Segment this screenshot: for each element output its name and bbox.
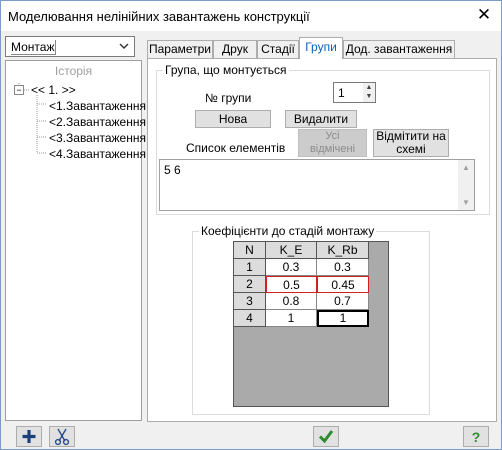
title-bar: Моделювання нелінійних завантажень конст…	[1, 1, 501, 31]
grid-cell-krb[interactable]: 0.45	[317, 276, 369, 293]
grid-cell-krb[interactable]: 0.3	[317, 259, 369, 276]
mode-dropdown-value: Монтаж	[11, 40, 56, 55]
history-tree: − << 1. >> <1.Завантаження <2.Завантажен…	[6, 83, 146, 173]
chevron-down-icon	[119, 43, 129, 49]
grid-header-krb: K_Rb	[317, 242, 369, 259]
mark-on-scheme-line2: схемі	[396, 142, 426, 156]
svg-text:?: ?	[472, 429, 481, 445]
tree-root[interactable]: << 1. >>	[31, 83, 76, 97]
tab-print[interactable]: Друк	[213, 40, 257, 58]
tree-item[interactable]: <4.Завантаження	[49, 147, 146, 161]
ok-button[interactable]	[313, 426, 339, 447]
tree-item[interactable]: <1.Завантаження	[49, 99, 146, 113]
grid-header-n: N	[234, 242, 266, 259]
delete-group-button[interactable]: Видалити	[285, 110, 357, 128]
grid-cell-ke[interactable]: 1	[266, 310, 317, 327]
new-group-button[interactable]: Нова	[195, 110, 271, 128]
mark-on-scheme-line1: Відмітити на	[376, 129, 446, 143]
tab-parameters[interactable]: Параметри	[147, 40, 213, 58]
mark-on-scheme-button[interactable]: Відмітити на схемі	[373, 129, 449, 157]
grid-row-number: 4	[234, 310, 266, 327]
all-selected-line2: відмічені	[309, 143, 356, 155]
group-number-spinner[interactable]: 1 ▲ ▼	[333, 82, 376, 103]
grid-cell-ke[interactable]: 0.5	[266, 276, 317, 293]
grid-header-ke: K_E	[266, 242, 317, 259]
grid-cell-ke[interactable]: 0.8	[266, 293, 317, 310]
element-list-field[interactable]: 5 6 ▲ ▼	[159, 159, 475, 211]
plus-icon	[22, 430, 36, 443]
element-list-value: 5 6	[164, 163, 181, 177]
grid-row-number: 1	[234, 259, 266, 276]
grid-row-number: 2	[234, 276, 266, 293]
bottom-toolbar: ?	[1, 424, 501, 449]
spinner-arrows-icon[interactable]: ▲ ▼	[363, 83, 375, 102]
element-list-label: Список елементів	[186, 141, 286, 155]
scissors-icon	[54, 428, 70, 446]
tab-extra-loads[interactable]: Дод. завантаження	[343, 40, 455, 58]
tree-item[interactable]: <3.Завантаження	[49, 131, 146, 145]
grid-cell-krb-focused[interactable]: 1	[317, 310, 369, 327]
grid-cell-ke[interactable]: 0.3	[266, 259, 317, 276]
coefficients-grid: N K_E K_Rb 1 0.3 0.3 2 0.5 0.45 3 0.8 0.…	[233, 241, 389, 407]
history-panel: Історія − << 1. >> <1.Завантаження <2.За…	[5, 60, 146, 421]
checkmark-icon	[318, 430, 334, 444]
all-selected-line1: Усі	[325, 130, 340, 142]
close-icon[interactable]: ✕	[476, 6, 492, 23]
group-number-value: 1	[338, 86, 345, 100]
add-button[interactable]	[16, 426, 42, 447]
mode-dropdown[interactable]: Монтаж	[5, 36, 135, 57]
coefficients-title: Коефіцієнти до стадій монтажу	[199, 224, 377, 238]
mounted-group-box: Група, що монтується № групи 1 ▲ ▼ Нова В…	[156, 63, 490, 215]
tab-bar: Параметри Друк Стадії Групи Дод. заванта…	[147, 37, 497, 59]
grid-row-number: 3	[234, 293, 266, 310]
window-title: Моделювання нелінійних завантажень конст…	[8, 9, 310, 24]
scroll-down-icon[interactable]: ▼	[462, 198, 470, 207]
tree-collapse-icon[interactable]: −	[14, 85, 24, 95]
tab-stages[interactable]: Стадії	[257, 40, 299, 58]
grid-cell-krb[interactable]: 0.7	[317, 293, 369, 310]
cut-button[interactable]	[49, 426, 75, 447]
all-selected-button[interactable]: Усі відмічені	[298, 129, 367, 157]
tree-item[interactable]: <2.Завантаження	[49, 115, 146, 129]
scroll-up-icon[interactable]: ▲	[462, 163, 470, 172]
groups-panel: Група, що монтується № групи 1 ▲ ▼ Нова В…	[147, 58, 497, 422]
history-title: Історія	[54, 64, 93, 78]
dialog-window: Моделювання нелінійних завантажень конст…	[0, 0, 502, 450]
help-button[interactable]: ?	[463, 426, 489, 447]
question-icon: ?	[472, 429, 481, 445]
mounted-group-title: Група, що монтується	[163, 63, 289, 77]
element-list-scrollbar[interactable]: ▲ ▼	[458, 160, 474, 210]
tab-groups[interactable]: Групи	[299, 37, 343, 59]
group-number-label: № групи	[205, 91, 252, 105]
